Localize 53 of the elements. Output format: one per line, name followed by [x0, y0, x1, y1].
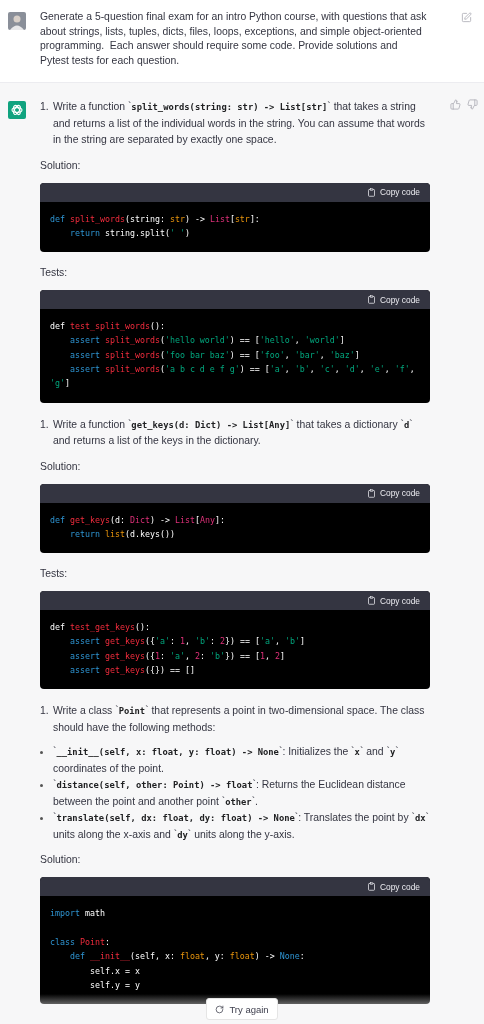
clipboard-icon [366, 882, 376, 892]
section-label: Solution: [40, 158, 82, 173]
code-line: def test_get_keys(): [50, 621, 151, 635]
method-description: `__init__(self, x: float, y: float) -> None`: Initializes the `x` and `y` coordinates of the point. [53, 746, 399, 774]
code-line: assert get_keys({}) == [] [68, 664, 196, 678]
code-line: def get_keys(d: Dict) -> List[Any]: [50, 513, 226, 527]
code-line: def __init__(self, x: float, y: float) -> None: [68, 950, 306, 964]
clipboard-icon [366, 295, 376, 305]
copy-code-button[interactable]: Copy code [366, 187, 420, 197]
list-number: 1. [40, 704, 50, 719]
code-line: assert get_keys({1: 'a', 2: 'b'}) == [1, 2] [68, 649, 286, 663]
code-line: def split_words(string: str) -> List[str]: [50, 212, 261, 226]
user-message: Generate a 5-question final exam for an intro Python course, with questions that ask about strings, lists, tuples, dicts, files, loops, exceptions, and simple object-oriented programming. Each answer should require some code. Provide solutions and Pytest tests for each question. [40, 10, 428, 68]
copy-code-button[interactable]: Copy code [366, 488, 420, 499]
clipboard-icon [366, 596, 376, 606]
try-again-button[interactable]: Try again [206, 998, 278, 1020]
bullet-icon [40, 784, 43, 788]
section-label: Tests: [40, 266, 69, 281]
copy-code-button[interactable]: Copy code [366, 595, 420, 606]
code-line: class Point: [50, 935, 111, 949]
bullet-icon [40, 751, 43, 755]
question-text: Write a function `split_words(string: str) -> List[str]` that takes a string and returns a list of the individual words in the string. You can assume that words in the string are separated by exactly one space. [53, 101, 425, 145]
code-line: def test_split_words(): [50, 320, 166, 334]
code-line: return list(d.keys()) [68, 527, 176, 541]
method-description: `translate(self, dx: float, dy: float) -> None`: Translates the point by `dx` units along the x-axis and `dy` units along the y-axis. [53, 812, 429, 840]
code-line: assert get_keys({'a': 1, 'b': 2}) == ['a', 'b'] [68, 635, 306, 649]
clipboard-icon [366, 488, 376, 498]
code-line: import math [50, 907, 106, 921]
code-line: self.x = x [88, 964, 141, 978]
thumbs-down-icon[interactable] [467, 99, 478, 110]
code-line: 'g'] [50, 377, 71, 391]
question-text: Write a function `get_keys(d: Dict) -> List[Any]` that takes a dictionary `d` and returns a list of the keys in the dictionary. [53, 418, 413, 447]
refresh-icon [215, 1004, 225, 1014]
edit-icon[interactable] [461, 12, 472, 23]
code-line: return string.split(' ') [68, 226, 191, 240]
bullet-icon [40, 817, 43, 821]
thumbs-up-icon[interactable] [450, 99, 461, 110]
section-label: Tests: [40, 567, 69, 582]
user-avatar [8, 12, 26, 30]
code-line: assert split_words('a b c d e f g') == ['a', 'b', 'c', 'd', 'e', 'f', [68, 363, 416, 376]
assistant-logo [8, 101, 26, 119]
list-number: 1. [40, 100, 50, 114]
code-line: assert split_words('foo bar baz') == ['foo', 'bar', 'baz'] [68, 348, 361, 362]
section-label: Solution: [40, 459, 82, 474]
code-line: self.y = y [88, 978, 141, 992]
clipboard-icon [366, 187, 376, 197]
copy-code-button[interactable]: Copy code [366, 881, 420, 892]
question-text: Write a class `Point` that represents a point in two-dimensional space. The class should have the following methods: [53, 705, 425, 733]
list-number: 1. [40, 417, 50, 432]
code-line: assert split_words('hello world') == ['hello', 'world'] [68, 334, 346, 348]
method-description: `distance(self, other: Point) -> float`: Returns the Euclidean distance between the point and another point `other`. [53, 779, 406, 807]
section-label: Solution: [40, 853, 82, 868]
copy-code-button[interactable]: Copy code [366, 294, 420, 305]
